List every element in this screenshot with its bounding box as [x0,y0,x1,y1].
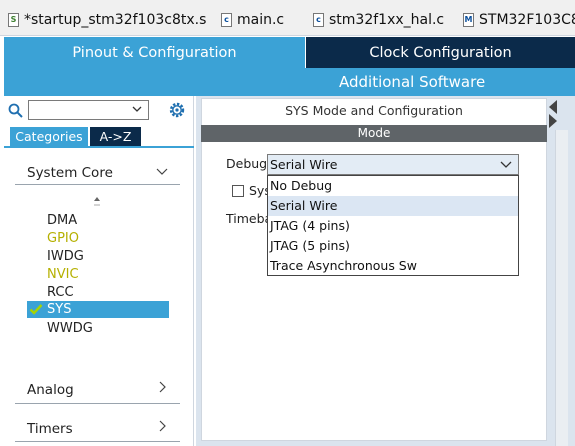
component-dma[interactable]: DMA [47,213,77,228]
vertical-scrollbar[interactable] [555,130,568,446]
component-gpio[interactable]: GPIO [47,231,79,246]
divider [15,441,180,442]
collapse-arrow-icon[interactable] [549,100,557,114]
editor-tab-hal[interactable]: c stm32f1xx_hal.c [313,8,444,32]
editor-tab-label: *startup_stm32f103c8tx.s [24,12,207,28]
editor-tab-startup[interactable]: S *startup_stm32f103c8tx.s [8,8,206,32]
tab-pinout-configuration[interactable]: Pinout & Configuration [4,37,305,68]
component-label: NVIC [47,267,79,282]
search-icon [8,103,23,118]
debug-label: Debug [226,156,268,171]
debug-dropdown-list[interactable]: No Debug Serial Wire JTAG (4 pins) JTAG … [267,175,519,276]
editor-tab-label: main.c [237,12,285,28]
tab-clock-label: Clock Configuration [369,44,512,61]
check-icon [29,304,43,315]
divider [15,184,180,185]
section-analog-label: Analog [27,382,74,398]
debug-select[interactable]: Serial Wire [267,154,519,175]
debug-select-value: Serial Wire [270,157,338,172]
editor-tab-main[interactable]: c main.c [221,8,284,32]
chevron-down-icon[interactable] [156,165,168,177]
debug-option-no-debug[interactable]: No Debug [268,176,518,196]
divider [15,403,180,404]
config-title: SYS Mode and Configuration [285,103,463,118]
section-system-core-label: System Core [27,165,113,181]
tab-clock-configuration[interactable]: Clock Configuration [306,37,575,68]
section-system-core[interactable]: System Core [27,165,113,181]
chevron-right-icon[interactable] [157,381,169,393]
tab-a-to-z-label: A->Z [99,129,132,144]
expand-arrow-icon[interactable] [549,114,557,128]
component-rcc[interactable]: RCC [47,285,74,300]
component-label: DMA [47,213,78,228]
tab-additional-software[interactable]: Additional Software [4,68,575,96]
c-file-icon: c [313,13,324,27]
search-input[interactable] [28,100,149,120]
tab-pinout-label: Pinout & Configuration [72,44,237,61]
c-file-icon: c [221,13,232,27]
asm-file-icon: S [8,13,19,27]
timebase-label: Timeba [226,211,273,226]
sys-checkbox[interactable] [232,185,244,197]
component-label: RCC [47,285,74,300]
component-nvic[interactable]: NVIC [47,267,79,282]
section-timers-label: Timers [27,421,73,437]
tab-categories[interactable]: Categories [10,127,88,146]
chevron-down-icon[interactable] [132,103,142,115]
editor-tab-label: STM32F103C8 [479,12,575,28]
section-analog[interactable]: Analog [27,382,74,398]
mode-header: Mode [201,125,547,142]
component-wwdg[interactable]: WWDG [47,321,93,336]
tab-additional-software-label: Additional Software [339,73,486,91]
tab-underline [4,146,194,148]
sort-icon[interactable] [92,196,102,208]
component-label: GPIO [47,231,79,246]
gear-icon[interactable] [168,101,186,119]
tab-categories-label: Categories [15,129,83,144]
tab-a-to-z[interactable]: A->Z [90,127,141,146]
editor-tab-strip: S *startup_stm32f103c8tx.s c main.c c st… [0,0,575,36]
ioc-file-icon: M [463,13,474,27]
component-sys[interactable]: SYS [27,301,169,318]
chevron-right-icon[interactable] [157,420,169,432]
debug-option-jtag-4[interactable]: JTAG (4 pins) [268,216,518,236]
debug-option-jtag-5[interactable]: JTAG (5 pins) [268,236,518,256]
editor-tab-ioc[interactable]: M STM32F103C8 [463,8,575,32]
editor-tab-label: stm32f1xx_hal.c [329,12,445,28]
chevron-down-icon[interactable] [500,158,512,170]
section-timers[interactable]: Timers [27,421,73,437]
component-iwdg[interactable]: IWDG [47,249,84,264]
component-label: IWDG [47,249,84,264]
debug-option-trace-async[interactable]: Trace Asynchronous Sw [268,256,518,276]
component-label: WWDG [47,321,93,336]
debug-option-serial-wire[interactable]: Serial Wire [268,196,518,216]
component-label: SYS [47,302,72,317]
